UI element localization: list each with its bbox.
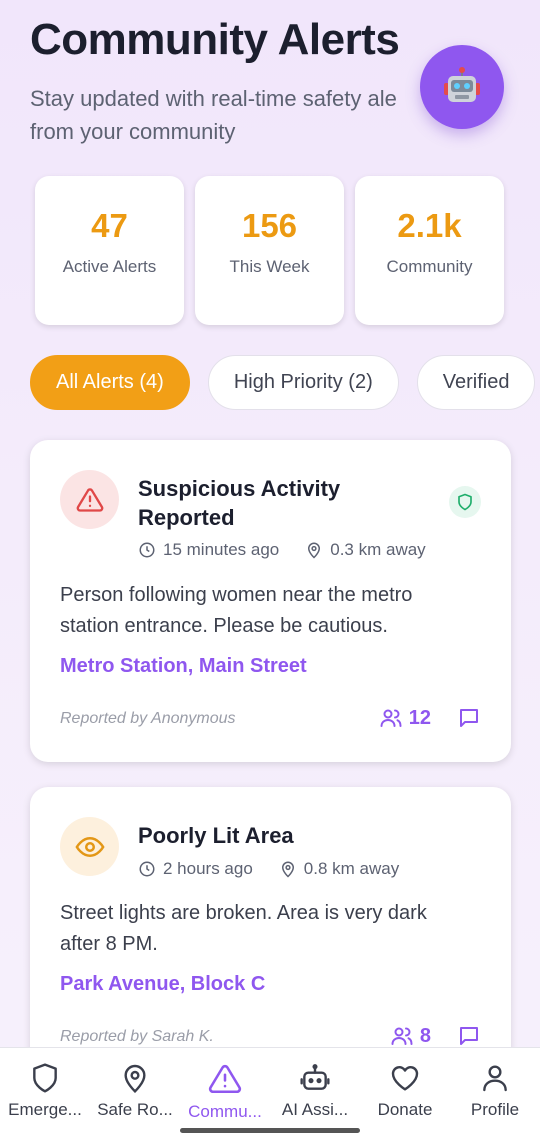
supporters-count: 8: [419, 1024, 431, 1047]
stat-label: This Week: [229, 257, 310, 276]
page-subtitle: Stay updated with real-time safety ale f…: [30, 82, 460, 148]
shield-check-icon: [458, 493, 472, 511]
alert-description-line-1: Street lights are broken. Area is very d…: [60, 902, 427, 924]
robot-icon: [300, 1064, 330, 1090]
stat-card-community: 2.1k Community: [355, 176, 504, 325]
alert-description-line-1: Person following women near the metro: [60, 584, 413, 606]
alert-title-line-2: Reported: [138, 505, 235, 530]
user-icon: [483, 1065, 507, 1092]
stat-value: 47: [91, 207, 128, 244]
alert-reporter: Reported by Sarah K.: [60, 1028, 214, 1045]
nav-label: Profile: [470, 1100, 520, 1119]
shield-icon: [33, 1063, 57, 1093]
alert-reporter: Reported by Anonymous: [60, 710, 236, 727]
filter-chips: All Alerts (4) High Priority (2) Verifie…: [30, 355, 536, 410]
users-icon: [380, 709, 402, 727]
nav-label: Emerge...: [8, 1100, 82, 1119]
nav-item-profile[interactable]: Profile: [450, 1048, 540, 1145]
map-pin-icon: [308, 542, 321, 559]
supporters-count: 12: [408, 706, 431, 729]
alert-card[interactable]: Poorly Lit Area 2 hours ago 0.8 km away …: [30, 787, 511, 1087]
stat-value: 156: [241, 207, 298, 244]
stat-label: Community: [386, 257, 473, 276]
filter-chip-verified[interactable]: Verified: [416, 355, 536, 410]
alert-time: 15 minutes ago: [138, 540, 279, 560]
subtitle-line-1: Stay updated with real-time safety ale: [30, 86, 397, 111]
alert-title-line-1: Suspicious Activity: [138, 476, 341, 501]
alert-time-text: 15 minutes ago: [163, 540, 280, 559]
home-indicator[interactable]: [180, 1128, 360, 1133]
alert-title: Poorly Lit Area: [138, 823, 294, 848]
verified-badge: [449, 486, 481, 518]
stat-label: Active Alerts: [62, 257, 157, 276]
nav-label: Donate: [377, 1100, 433, 1119]
stat-card-active-alerts: 47 Active Alerts: [35, 176, 184, 325]
warning-triangle-icon: [76, 487, 103, 512]
ai-assistant-fab-button[interactable]: [420, 45, 504, 129]
alert-location-link[interactable]: Metro Station, Main Street: [60, 655, 307, 678]
heart-icon: [391, 1066, 419, 1091]
robot-icon: [444, 67, 480, 102]
alert-icon-badge: [60, 470, 119, 529]
alert-description-line-2: station entrance. Please be cautious.: [60, 615, 388, 637]
nav-item-emergency[interactable]: Emerge...: [0, 1048, 90, 1145]
alert-time: 2 hours ago: [138, 859, 253, 879]
clock-icon: [139, 861, 155, 877]
alert-distance-text: 0.8 km away: [303, 859, 400, 878]
alert-distance-text: 0.3 km away: [330, 540, 426, 559]
filter-chip-high-priority[interactable]: High Priority (2): [207, 355, 399, 410]
alert-distance: 0.8 km away: [279, 859, 399, 879]
nav-label: AI Assi...: [281, 1100, 349, 1119]
alert-description: Street lights are broken. Area is very d…: [60, 898, 480, 960]
clock-icon: [139, 542, 155, 558]
alert-engagement: 12: [379, 706, 481, 730]
stats-row: 47 Active Alerts 156 This Week 2.1k Comm…: [35, 176, 504, 325]
alert-meta: 2 hours ago 0.8 km away: [138, 859, 425, 879]
stat-card-this-week: 156 This Week: [195, 176, 344, 325]
map-pin-icon: [281, 861, 294, 878]
filter-chip-all-alerts[interactable]: All Alerts (4): [30, 355, 190, 410]
comment-icon[interactable]: [457, 706, 481, 730]
alert-time-text: 2 hours ago: [163, 859, 253, 878]
alert-card[interactable]: Suspicious Activity Reported 15 minutes …: [30, 440, 511, 762]
alert-distance: 0.3 km away: [305, 540, 426, 560]
nav-item-safe-route[interactable]: Safe Ro...: [90, 1048, 180, 1145]
nav-label: Safe Ro...: [97, 1100, 173, 1119]
alert-engagement: 8: [390, 1024, 481, 1048]
alert-meta: 15 minutes ago 0.3 km away: [138, 540, 452, 560]
map-pin-icon: [124, 1064, 146, 1093]
eye-icon: [74, 836, 105, 857]
nav-label: Commu...: [188, 1102, 262, 1121]
alert-description: Person following women near the metro st…: [60, 580, 480, 642]
users-icon: [391, 1027, 413, 1045]
alert-title: Suspicious Activity Reported: [138, 474, 438, 532]
alert-triangle-icon: [208, 1064, 242, 1094]
nav-item-donate[interactable]: Donate: [360, 1048, 450, 1145]
supporters-button[interactable]: 12: [379, 706, 431, 730]
stat-value: 2.1k: [397, 207, 462, 244]
subtitle-line-2: from your community: [30, 119, 236, 144]
comment-icon[interactable]: [457, 1024, 481, 1048]
supporters-button[interactable]: 8: [390, 1024, 431, 1048]
alert-icon-badge: [60, 817, 119, 876]
alert-location-link[interactable]: Park Avenue, Block C: [60, 973, 265, 996]
alert-description-line-2: after 8 PM.: [60, 933, 158, 955]
